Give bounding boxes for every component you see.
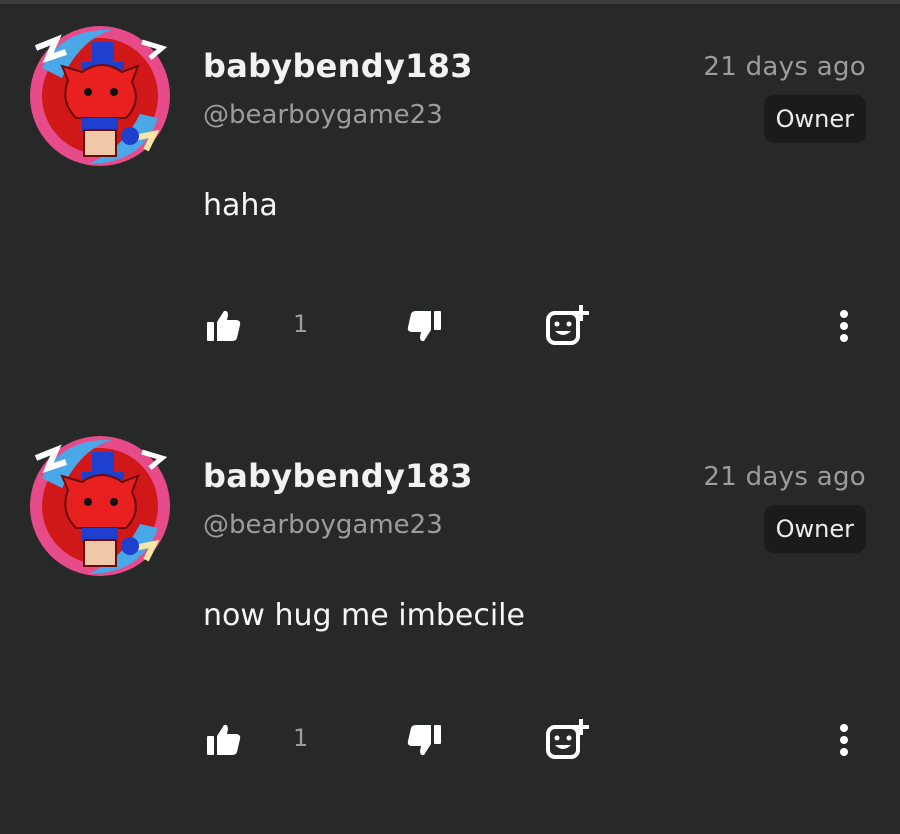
more-options-button[interactable]: [816, 712, 872, 768]
comment-actions: 1: [0, 298, 900, 354]
thumbs-down-icon: [407, 311, 441, 342]
more-options-button[interactable]: [816, 298, 872, 354]
avatar[interactable]: [22, 428, 178, 584]
thumbs-down-icon: [407, 725, 441, 756]
like-count: 1: [293, 310, 309, 338]
avatar[interactable]: [22, 18, 178, 174]
comment-timestamp: 21 days ago: [703, 462, 866, 492]
more-vertical-icon: [840, 724, 848, 756]
like-button[interactable]: [196, 298, 252, 354]
comment-username[interactable]: babybendy183: [203, 457, 473, 495]
comment-card: babybendy183 @bearboygame23 21 days ago …: [0, 0, 900, 410]
more-vertical-icon: [840, 310, 848, 342]
comment-text: now hug me imbecile: [203, 598, 525, 633]
dislike-button[interactable]: [396, 298, 452, 354]
thumbs-up-icon: [207, 724, 241, 755]
thumbs-up-icon: [207, 310, 241, 341]
add-reaction-button[interactable]: [540, 298, 596, 354]
owner-badge: Owner: [763, 95, 866, 143]
add-reaction-icon: [546, 719, 589, 759]
comment-username[interactable]: babybendy183: [203, 47, 473, 85]
comment-handle[interactable]: @bearboygame23: [203, 100, 443, 130]
owner-badge: Owner: [763, 505, 866, 553]
like-button[interactable]: [196, 712, 252, 768]
comment-text: haha: [203, 188, 278, 223]
add-reaction-button[interactable]: [540, 712, 596, 768]
comment-actions: 1: [0, 712, 900, 768]
dislike-button[interactable]: [396, 712, 452, 768]
comment-handle[interactable]: @bearboygame23: [203, 510, 443, 540]
add-reaction-icon: [546, 305, 589, 345]
like-count: 1: [293, 724, 309, 752]
comment-timestamp: 21 days ago: [703, 52, 866, 82]
comment-card: babybendy183 @bearboygame23 21 days ago …: [0, 410, 900, 820]
